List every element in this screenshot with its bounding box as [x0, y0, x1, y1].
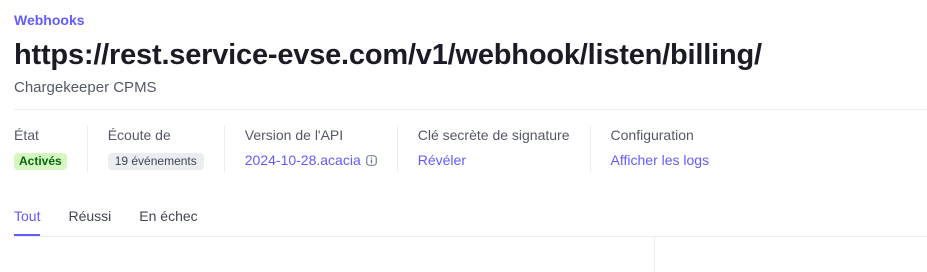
- meta-status-label: État: [14, 127, 39, 143]
- tab-failed[interactable]: En échec: [139, 207, 197, 234]
- api-version-link[interactable]: 2024-10-28.acacia: [245, 152, 361, 168]
- page-title: https://rest.service-evse.com/v1/webhook…: [14, 39, 762, 71]
- page-subtitle: Chargekeeper CPMS: [14, 79, 157, 96]
- breadcrumb-webhooks[interactable]: Webhooks: [14, 11, 85, 29]
- meta-api-version-label: Version de l'API: [244, 127, 344, 143]
- events-count-badge[interactable]: 19 événements: [107, 153, 204, 170]
- info-icon[interactable]: [365, 152, 377, 170]
- header-divider: [14, 109, 927, 110]
- meta-listening-label: Écoute de: [107, 127, 171, 143]
- meta-status: État Activés: [14, 126, 87, 172]
- status-badge: Activés: [14, 153, 67, 170]
- webhook-detail-page: Webhooks https://rest.service-evse.com/v…: [14, 0, 927, 272]
- tab-succeeded[interactable]: Réussi: [68, 207, 111, 234]
- tabs-divider: [14, 236, 927, 237]
- meta-signing-secret: Clé secrète de signature Révéler: [396, 126, 590, 172]
- panel-divider: [654, 237, 655, 272]
- event-tabs: Tout Réussi En échec: [14, 207, 226, 236]
- reveal-secret-link[interactable]: Révéler: [418, 152, 466, 168]
- meta-configuration-label: Configuration: [610, 127, 694, 143]
- meta-api-version: Version de l'API 2024-10-28.acacia: [223, 126, 397, 172]
- meta-signing-secret-label: Clé secrète de signature: [417, 127, 570, 143]
- tab-all[interactable]: Tout: [14, 207, 41, 236]
- meta-configuration: Configuration Afficher les logs: [589, 126, 730, 172]
- meta-listening: Écoute de 19 événements: [86, 126, 224, 172]
- view-logs-link[interactable]: Afficher les logs: [611, 152, 710, 168]
- webhook-meta: État Activés Écoute de 19 événements Ver…: [14, 126, 729, 172]
